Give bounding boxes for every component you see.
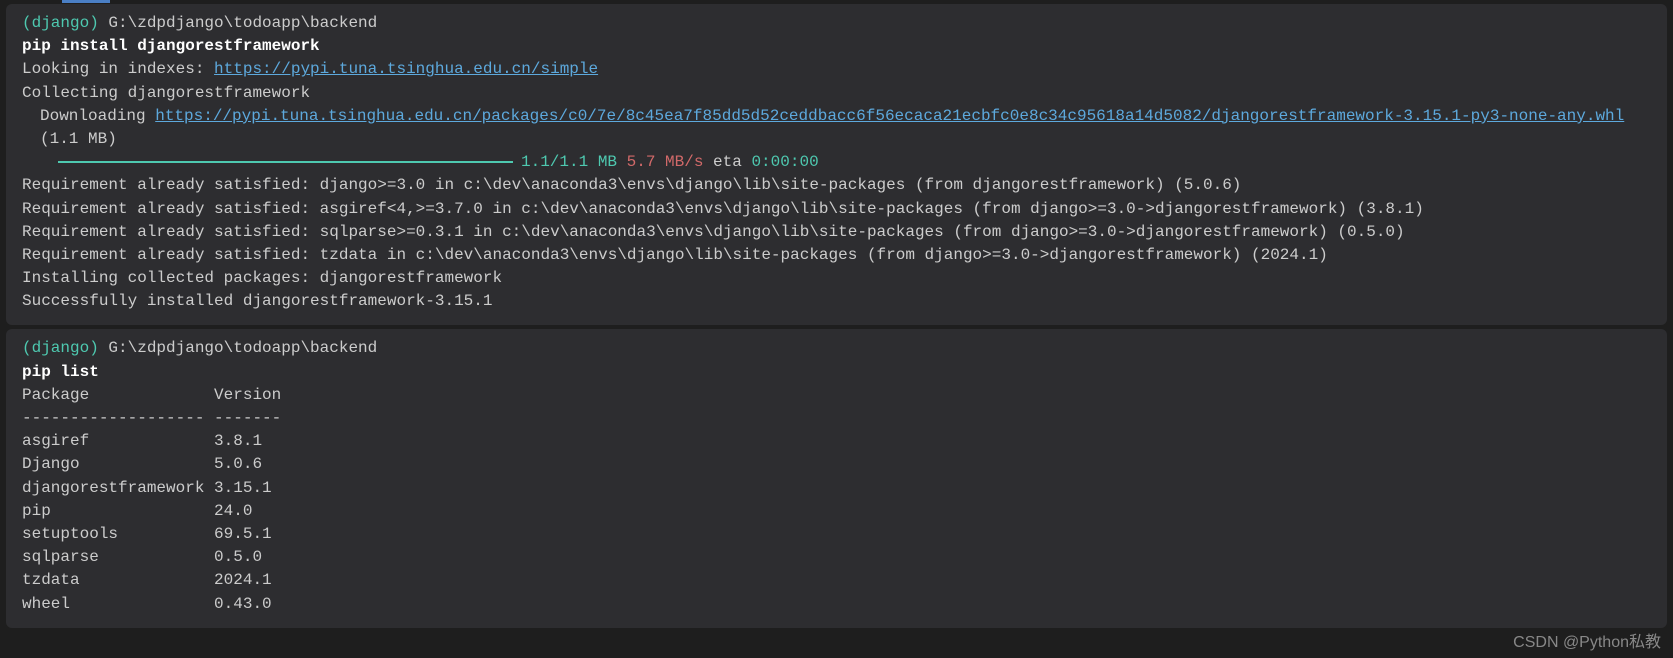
downloading-prefix: Downloading — [40, 107, 155, 125]
pkg-row: wheel 0.43.0 — [22, 593, 1651, 616]
env-name: (django) — [22, 14, 99, 32]
success-line: Successfully installed djangorestframewo… — [22, 290, 1651, 313]
installing-line: Installing collected packages: djangores… — [22, 267, 1651, 290]
requirement-4: Requirement already satisfied: tzdata in… — [22, 244, 1651, 267]
tab-accent — [62, 0, 110, 3]
pkg-header: Package Version — [22, 384, 1651, 407]
requirement-2: Requirement already satisfied: asgiref<4… — [22, 198, 1651, 221]
terminal-block-2[interactable]: (django) G:\zdpdjango\todoapp\backend pi… — [6, 329, 1667, 627]
pkg-row: pip 24.0 — [22, 500, 1651, 523]
prompt-line-1: (django) G:\zdpdjango\todoapp\backend — [22, 12, 1651, 35]
current-path: G:\zdpdjango\todoapp\backend — [99, 339, 377, 357]
pkg-row: djangorestframework 3.15.1 — [22, 477, 1651, 500]
current-path: G:\zdpdjango\todoapp\backend — [99, 14, 377, 32]
requirement-3: Requirement already satisfied: sqlparse>… — [22, 221, 1651, 244]
pkg-row: Django 5.0.6 — [22, 453, 1651, 476]
progress-eta: 0:00:00 — [751, 153, 818, 171]
pkg-row: sqlparse 0.5.0 — [22, 546, 1651, 569]
output-indexes: Looking in indexes: https://pypi.tuna.ts… — [22, 58, 1651, 81]
command-line: pip install djangorestframework — [22, 35, 1651, 58]
terminal-block-1[interactable]: (django) G:\zdpdjango\todoapp\backend pi… — [6, 4, 1667, 325]
progress-speed: 5.7 MB/s — [617, 153, 703, 171]
downloading-size: (1.1 MB) — [40, 130, 117, 148]
progress-bar — [58, 161, 513, 163]
watermark: CSDN @Python私教 — [1513, 628, 1661, 652]
indexes-prefix: Looking in indexes: — [22, 60, 214, 78]
progress-eta-label: eta — [703, 153, 751, 171]
progress-size: 1.1/1.1 MB — [521, 153, 617, 171]
progress-line: 1.1/1.1 MB 5.7 MB/s eta 0:00:00 — [22, 151, 1651, 174]
pkg-divider: ------------------- ------- — [22, 407, 1651, 430]
env-name: (django) — [22, 339, 99, 357]
pkg-row: setuptools 69.5.1 — [22, 523, 1651, 546]
pkg-row: asgiref 3.8.1 — [22, 430, 1651, 453]
downloading-link[interactable]: https://pypi.tuna.tsinghua.edu.cn/packag… — [155, 107, 1624, 125]
command-line: pip list — [22, 361, 1651, 384]
prompt-line-2: (django) G:\zdpdjango\todoapp\backend — [22, 337, 1651, 360]
pkg-row: tzdata 2024.1 — [22, 569, 1651, 592]
output-collecting: Collecting djangorestframework — [22, 82, 1651, 105]
requirement-1: Requirement already satisfied: django>=3… — [22, 174, 1651, 197]
output-downloading: Downloading https://pypi.tuna.tsinghua.e… — [22, 105, 1651, 151]
indexes-link[interactable]: https://pypi.tuna.tsinghua.edu.cn/simple — [214, 60, 598, 78]
